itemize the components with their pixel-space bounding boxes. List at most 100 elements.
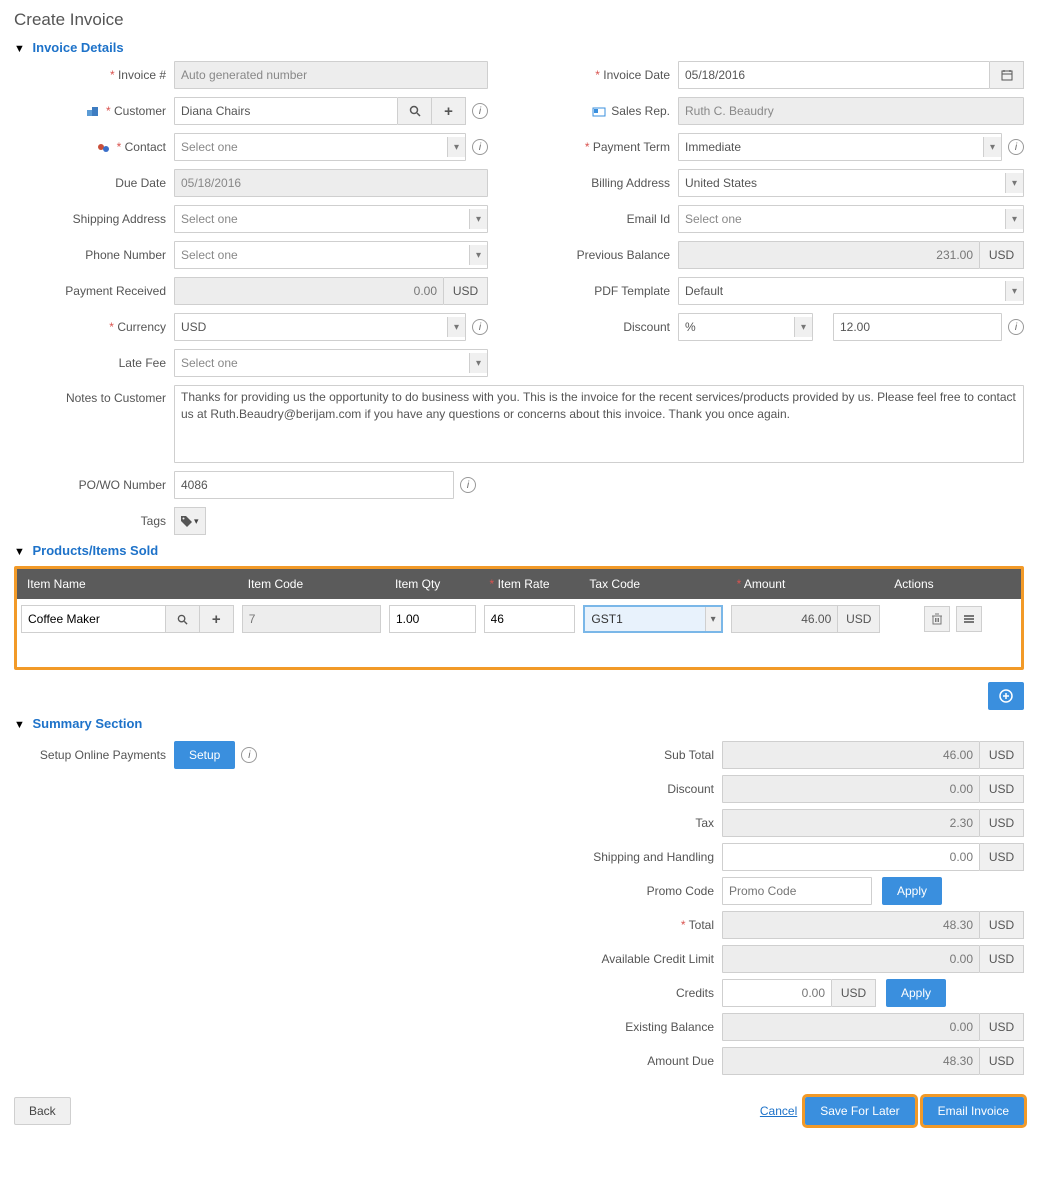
page-title: Create Invoice xyxy=(14,10,1024,30)
row-settings-button[interactable] xyxy=(956,606,982,632)
label-credits: Credits xyxy=(572,986,722,1000)
phone-number-select[interactable]: Select one▾ xyxy=(174,241,488,269)
setup-button[interactable]: Setup xyxy=(174,741,235,769)
delete-row-button[interactable] xyxy=(924,606,950,632)
chevron-down-icon: ▾ xyxy=(447,317,465,337)
back-button[interactable]: Back xyxy=(14,1097,71,1125)
usd-addon: USD xyxy=(980,241,1024,269)
label-payment-received: Payment Received xyxy=(14,284,174,298)
products-table-wrap: Item Name Item Code Item Qty * Item Rate… xyxy=(14,566,1024,670)
add-row-button[interactable] xyxy=(988,682,1024,710)
sales-rep-icon xyxy=(592,106,606,118)
email-id-select[interactable]: Select one▾ xyxy=(678,205,1024,233)
trash-icon xyxy=(931,613,943,625)
discount-value-field[interactable] xyxy=(833,313,1002,341)
existing-balance-field xyxy=(722,1013,980,1041)
usd-addon: USD xyxy=(832,979,876,1007)
promo-code-field[interactable] xyxy=(722,877,872,905)
caret-icon: ▼ xyxy=(14,719,25,731)
billing-address-select[interactable]: United States▾ xyxy=(678,169,1024,197)
section-products[interactable]: ▼ Products/Items Sold xyxy=(14,543,1024,558)
tax-code-select[interactable]: GST1▾ xyxy=(583,605,722,633)
customer-add-button[interactable]: + xyxy=(432,97,466,125)
col-tax-code: Tax Code xyxy=(579,569,726,599)
info-icon[interactable]: i xyxy=(460,477,476,493)
col-item-name: Item Name xyxy=(17,569,238,599)
email-invoice-button[interactable]: Email Invoice xyxy=(923,1097,1024,1125)
item-qty-field[interactable] xyxy=(389,605,476,633)
caret-icon: ▼ xyxy=(14,43,25,55)
calendar-button[interactable] xyxy=(990,61,1024,89)
usd-addon: USD xyxy=(980,741,1024,769)
shipping-field[interactable] xyxy=(722,843,980,871)
discount-type-select[interactable]: %▾ xyxy=(678,313,813,341)
customer-search-button[interactable] xyxy=(398,97,432,125)
item-name-field[interactable] xyxy=(21,605,166,633)
due-date-field xyxy=(174,169,488,197)
section-title: Invoice Details xyxy=(33,40,124,55)
tags-button[interactable]: ▾ xyxy=(174,507,206,535)
info-icon[interactable]: i xyxy=(472,103,488,119)
col-actions: Actions xyxy=(884,569,1021,599)
sub-total-field xyxy=(722,741,980,769)
cancel-link[interactable]: Cancel xyxy=(760,1104,797,1118)
contact-select[interactable]: Select one▾ xyxy=(174,133,466,161)
section-title: Summary Section xyxy=(33,716,143,731)
apply-credits-button[interactable]: Apply xyxy=(886,979,946,1007)
chevron-down-icon: ▾ xyxy=(705,607,721,631)
apply-promo-button[interactable]: Apply xyxy=(882,877,942,905)
label-discount-summary: Discount xyxy=(572,782,722,796)
currency-select[interactable]: USD▾ xyxy=(174,313,466,341)
label-contact: * Contact xyxy=(14,140,174,154)
shipping-address-select[interactable]: Select one▾ xyxy=(174,205,488,233)
info-icon[interactable]: i xyxy=(472,139,488,155)
label-amount-due: Amount Due xyxy=(572,1054,722,1068)
notes-textarea[interactable] xyxy=(174,385,1024,463)
label-sub-total: Sub Total xyxy=(572,748,722,762)
info-icon[interactable]: i xyxy=(1008,319,1024,335)
customer-icon xyxy=(87,106,101,118)
info-icon[interactable]: i xyxy=(1008,139,1024,155)
payment-term-select[interactable]: Immediate▾ xyxy=(678,133,1002,161)
late-fee-select[interactable]: Select one▾ xyxy=(174,349,488,377)
label-shipping: Shipping and Handling xyxy=(572,850,722,864)
powo-field[interactable] xyxy=(174,471,454,499)
col-item-code: Item Code xyxy=(238,569,385,599)
label-avail-credit: Available Credit Limit xyxy=(572,952,722,966)
chevron-down-icon: ▾ xyxy=(469,209,487,229)
chevron-down-icon: ▾ xyxy=(983,137,1001,157)
previous-balance-field xyxy=(678,241,980,269)
save-for-later-button[interactable]: Save For Later xyxy=(805,1097,914,1125)
label-payment-term: * Payment Term xyxy=(518,140,678,154)
section-summary[interactable]: ▼ Summary Section xyxy=(14,716,1024,731)
label-late-fee: Late Fee xyxy=(14,356,174,370)
item-search-button[interactable] xyxy=(166,605,200,633)
invoice-date-field[interactable] xyxy=(678,61,990,89)
item-add-button[interactable]: + xyxy=(200,605,234,633)
credits-field[interactable] xyxy=(722,979,832,1007)
label-existing-balance: Existing Balance xyxy=(572,1020,722,1034)
info-icon[interactable]: i xyxy=(241,747,257,763)
item-code-field xyxy=(242,605,381,633)
usd-addon: USD xyxy=(980,775,1024,803)
label-invoice-no: * Invoice # xyxy=(14,68,174,82)
section-invoice-details[interactable]: ▼ Invoice Details xyxy=(14,40,1024,55)
usd-addon: USD xyxy=(980,945,1024,973)
item-amount-field xyxy=(731,605,839,633)
customer-field[interactable] xyxy=(174,97,398,125)
label-pdf-template: PDF Template xyxy=(518,284,678,298)
caret-icon: ▼ xyxy=(14,546,25,558)
plus-icon xyxy=(999,689,1013,703)
sales-rep-field xyxy=(678,97,1024,125)
label-setup-payments: Setup Online Payments xyxy=(14,748,174,762)
info-icon[interactable]: i xyxy=(472,319,488,335)
label-due-date: Due Date xyxy=(14,176,174,190)
label-tags: Tags xyxy=(14,514,174,528)
item-rate-field[interactable] xyxy=(484,605,576,633)
label-total: * Total xyxy=(572,918,722,932)
usd-addon: USD xyxy=(980,809,1024,837)
pdf-template-select[interactable]: Default▾ xyxy=(678,277,1024,305)
usd-addon: USD xyxy=(980,1047,1024,1075)
tag-icon xyxy=(181,516,192,527)
label-email-id: Email Id xyxy=(518,212,678,226)
